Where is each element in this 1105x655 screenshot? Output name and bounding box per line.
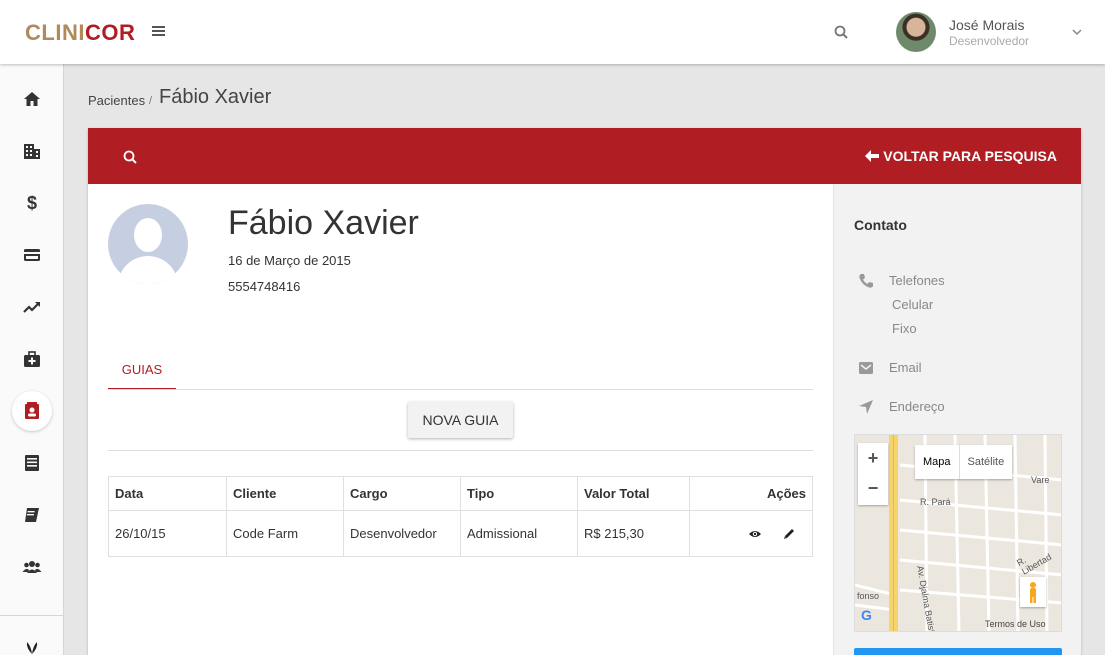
patient-phone: 5554748416 xyxy=(228,279,301,294)
map-type-toggle: Mapa Satélite xyxy=(915,445,1013,479)
patient-name: Fábio Xavier xyxy=(228,204,419,242)
logo-part-2: COR xyxy=(84,20,136,45)
svg-text:$: $ xyxy=(27,193,37,213)
contact-title: Contato xyxy=(854,217,907,233)
sidebar-divider xyxy=(0,615,64,616)
patient-date: 16 de Março de 2015 xyxy=(228,253,351,268)
contacts-icon[interactable] xyxy=(12,391,52,431)
guides-table: Data Cliente Cargo Tipo Valor Total Açõe… xyxy=(108,476,813,557)
address-label: Endereço xyxy=(889,399,945,414)
email-label: Email xyxy=(889,360,922,375)
cell-cargo: Desenvolvedor xyxy=(343,510,461,557)
tab-guias[interactable]: GUIAS xyxy=(108,350,176,390)
contact-action-button[interactable] xyxy=(854,648,1062,655)
breadcrumb-parent[interactable]: Pacientes xyxy=(88,93,145,108)
user-role: Desenvolvedor xyxy=(949,34,1030,48)
map-zoom-control: + − xyxy=(858,443,888,505)
medical-kit-icon[interactable] xyxy=(12,339,52,379)
location-arrow-icon xyxy=(859,400,873,414)
cell-tipo: Admissional xyxy=(460,510,578,557)
cell-actions xyxy=(689,510,813,557)
profile-photo xyxy=(108,204,188,284)
home-icon[interactable] xyxy=(12,79,52,119)
pegman-icon[interactable] xyxy=(1020,577,1046,607)
divider xyxy=(108,450,813,451)
back-to-search-label: VOLTAR PARA PESQUISA xyxy=(883,148,1057,164)
phones-label: Telefones xyxy=(889,273,945,288)
table-header-row: Data Cliente Cargo Tipo Valor Total Açõe… xyxy=(108,476,813,511)
zoom-in-button[interactable]: + xyxy=(858,443,888,473)
building-icon[interactable] xyxy=(12,131,52,171)
cell-cliente: Code Farm xyxy=(226,510,344,557)
new-guide-button[interactable]: NOVA GUIA xyxy=(408,402,513,438)
map-label: R. Pará xyxy=(920,497,951,507)
zoom-out-button[interactable]: − xyxy=(858,473,888,503)
phone-icon xyxy=(859,274,873,288)
book-icon[interactable] xyxy=(12,495,52,535)
trending-up-icon[interactable] xyxy=(12,287,52,327)
column-header: Cargo xyxy=(343,476,461,511)
arrow-left-icon xyxy=(865,150,880,162)
column-header: Cliente xyxy=(226,476,344,511)
top-bar: CLINICOR José Morais Desenvolvedor xyxy=(0,0,1105,64)
landline-label: Fixo xyxy=(892,321,917,336)
patient-card: VOLTAR PARA PESQUISA Fábio Xavier 16 de … xyxy=(88,128,1081,655)
card-header: VOLTAR PARA PESQUISA xyxy=(88,128,1081,184)
breadcrumb-separator: / xyxy=(149,95,153,107)
table-row[interactable]: 26/10/15 Code Farm Desenvolvedor Admissi… xyxy=(108,510,813,557)
search-icon[interactable] xyxy=(834,25,848,39)
map-terms-link[interactable]: Termos de Uso xyxy=(985,619,1046,629)
map-label: Vare xyxy=(1031,475,1050,485)
search-icon[interactable] xyxy=(123,150,137,164)
contact-panel: Contato Telefones Celular Fixo Email End… xyxy=(833,184,1081,655)
eye-icon[interactable] xyxy=(748,527,762,541)
column-header: Ações xyxy=(689,476,813,511)
chevron-down-icon[interactable] xyxy=(1072,28,1082,36)
menu-icon[interactable] xyxy=(152,26,165,36)
cell-valor: R$ 215,30 xyxy=(577,510,690,557)
satellite-type-button[interactable]: Satélite xyxy=(958,445,1013,479)
list-icon[interactable] xyxy=(12,443,52,483)
mobile-label: Celular xyxy=(892,297,934,312)
user-name[interactable]: José Morais xyxy=(949,17,1024,33)
google-logo: G xyxy=(861,607,872,623)
avatar[interactable] xyxy=(896,12,936,52)
users-icon[interactable] xyxy=(12,547,52,587)
logo-part-1: CLINI xyxy=(25,20,85,45)
column-header: Tipo xyxy=(460,476,578,511)
back-to-search-button[interactable]: VOLTAR PARA PESQUISA xyxy=(865,148,1057,164)
page-title: Fábio Xavier xyxy=(159,86,272,108)
column-header: Data xyxy=(108,476,227,511)
leaf-logo-icon[interactable] xyxy=(12,626,52,655)
sidebar: $ xyxy=(0,64,64,655)
cell-data: 26/10/15 xyxy=(108,510,227,557)
pencil-icon[interactable] xyxy=(782,527,796,541)
dollar-icon[interactable]: $ xyxy=(12,183,52,223)
tabs-divider xyxy=(108,389,813,390)
email-icon xyxy=(859,362,873,374)
map-type-button[interactable]: Mapa xyxy=(915,445,959,479)
column-header: Valor Total xyxy=(577,476,690,511)
map[interactable]: R. Pará Vare R. Libertad Av. Djalma Bati… xyxy=(854,434,1062,632)
app-logo[interactable]: CLINICOR xyxy=(25,20,135,46)
map-label: fonso xyxy=(857,591,880,601)
credit-card-icon[interactable] xyxy=(12,235,52,275)
